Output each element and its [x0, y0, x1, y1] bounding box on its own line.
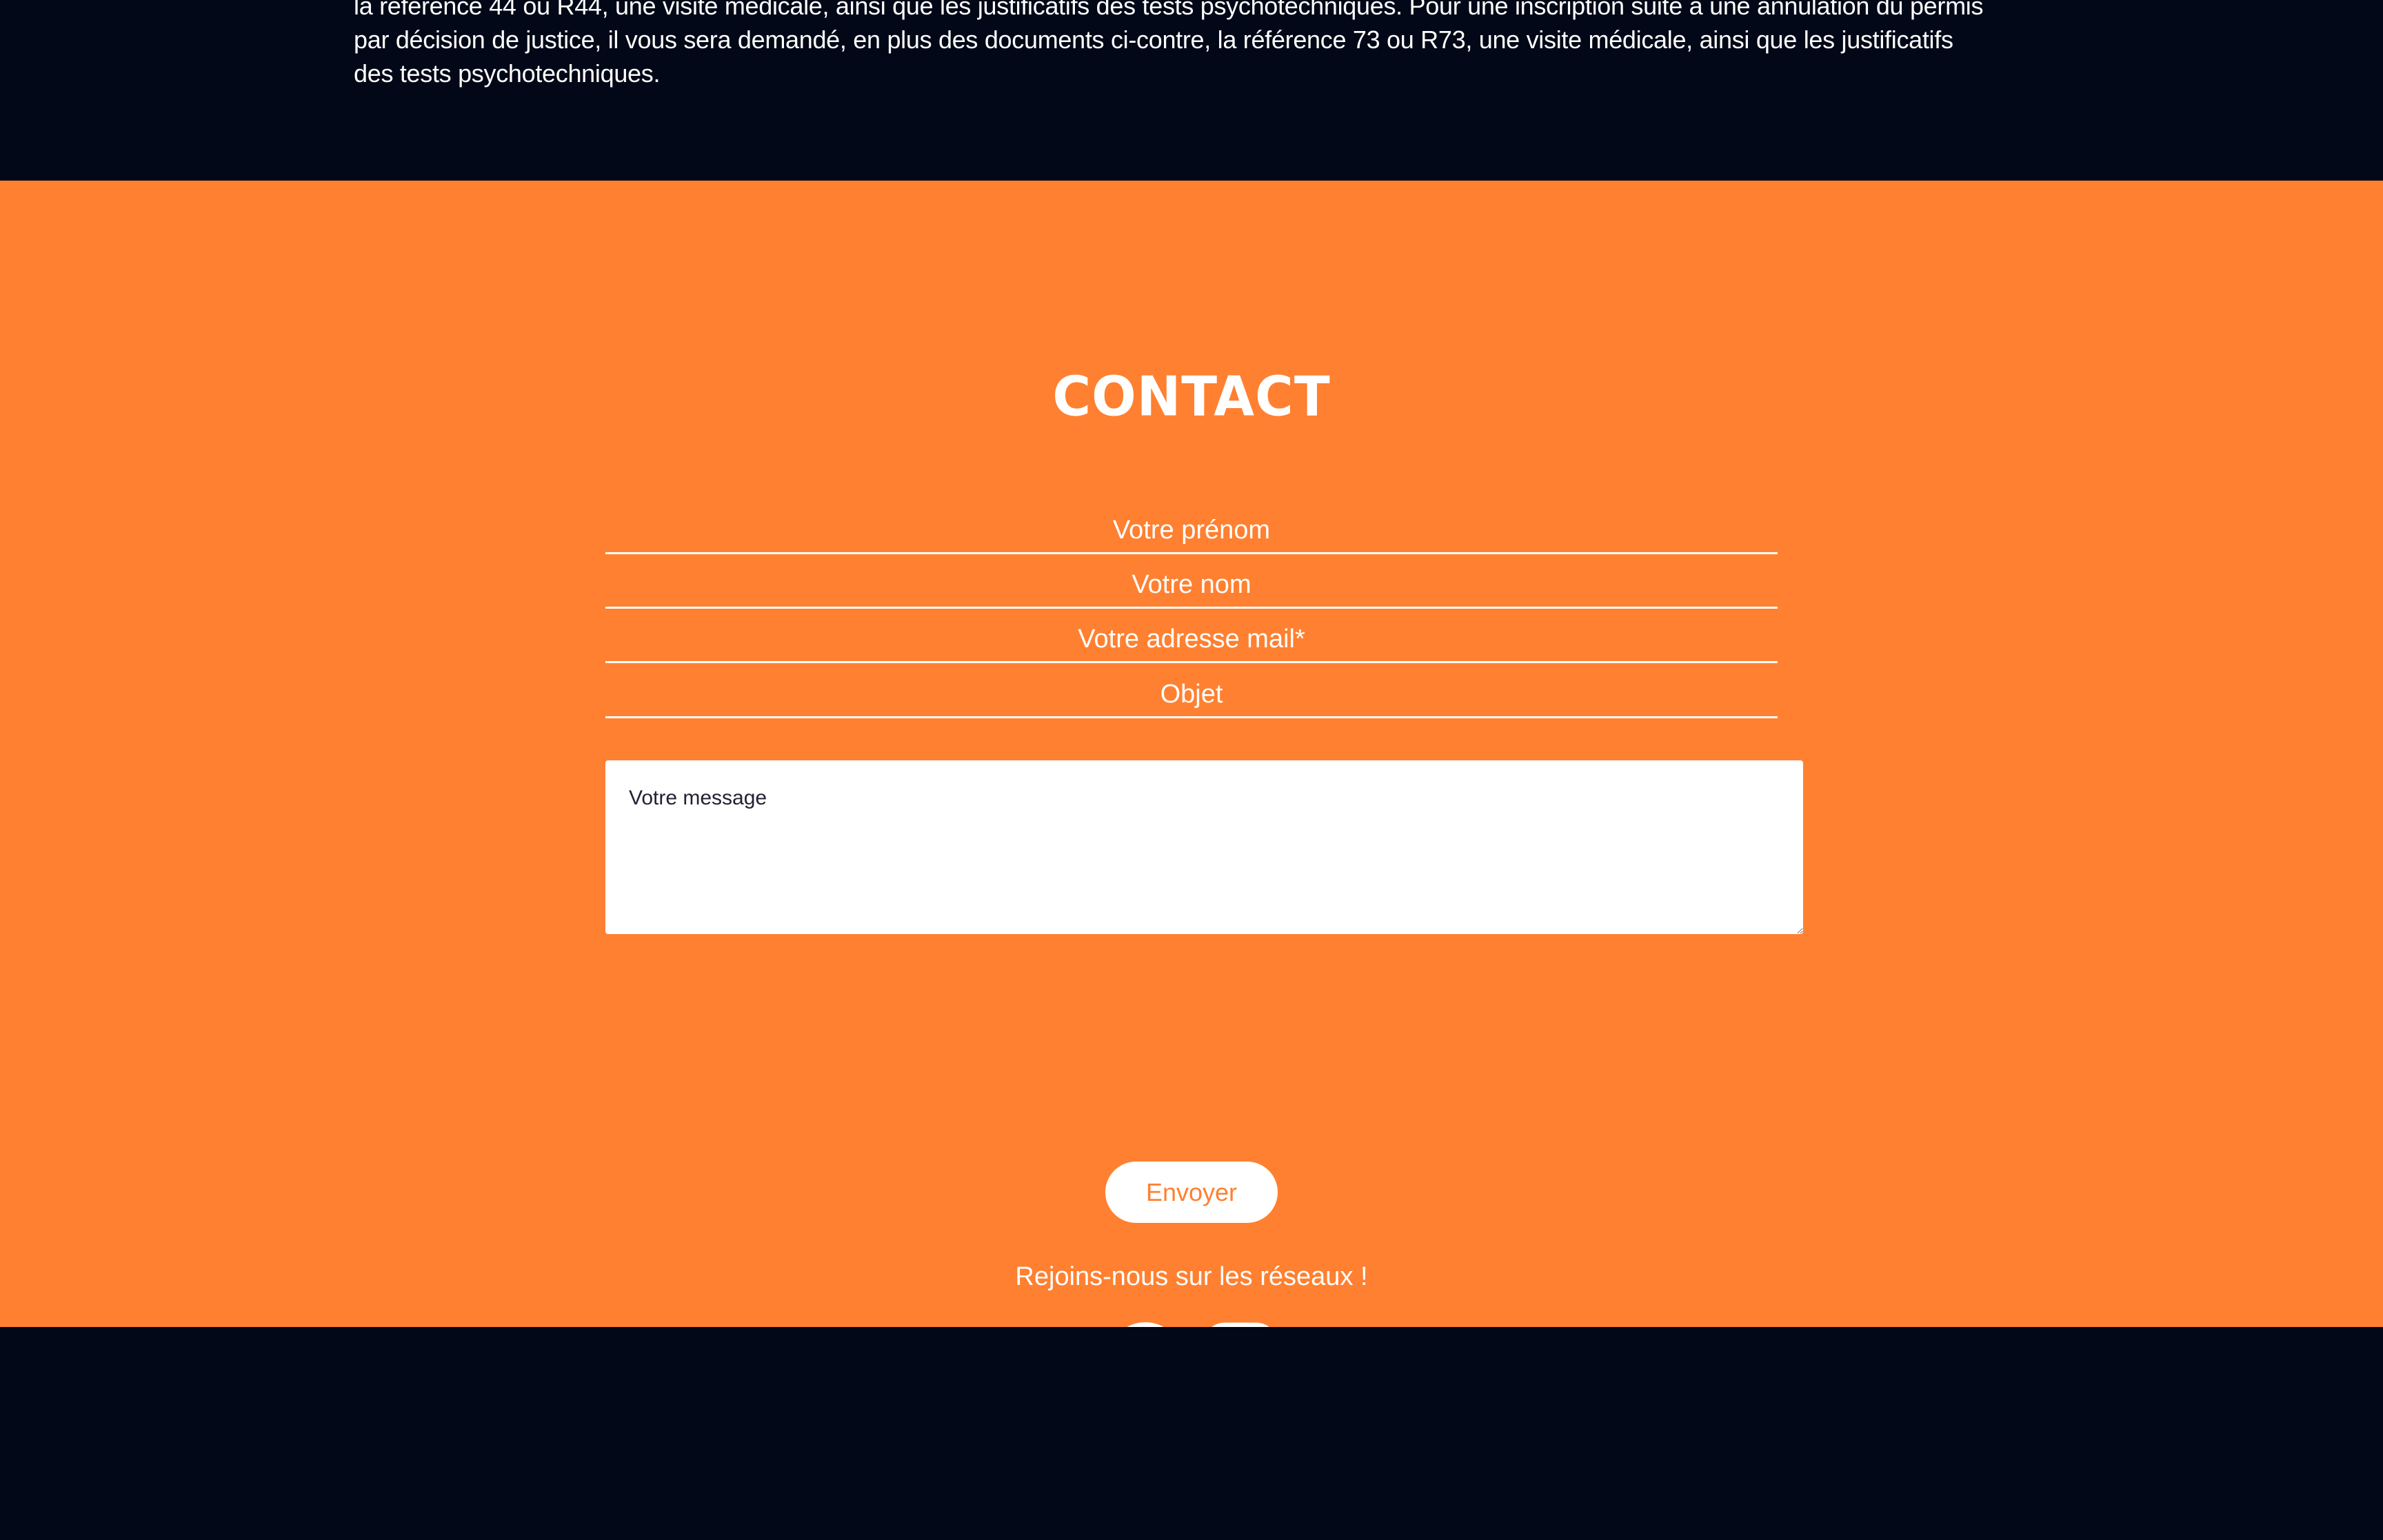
email-field-wrapper	[605, 618, 1778, 663]
info-line-3: des tests psychotechniques.	[354, 59, 661, 88]
message-box	[605, 760, 1803, 934]
subject-input[interactable]	[605, 673, 1778, 716]
send-button[interactable]: Envoyer	[1105, 1162, 1278, 1223]
info-line-2: par décision de justice, il vous sera de…	[354, 26, 1953, 54]
lastname-input[interactable]	[605, 563, 1778, 607]
info-line-1: la référence 44 ou R44, une visite médic…	[354, 0, 1984, 20]
footer-section	[0, 1327, 2383, 1540]
firstname-field-wrapper	[605, 509, 1778, 554]
info-text: la référence 44 ou R44, une visite médic…	[354, 0, 2036, 90]
email-input[interactable]	[605, 618, 1778, 661]
firstname-input[interactable]	[605, 509, 1778, 552]
subject-field-wrapper	[605, 673, 1778, 718]
lastname-field-wrapper	[605, 563, 1778, 609]
contact-section: CONTACT Envoyer Rejoins-nous sur les rés…	[0, 181, 2383, 1399]
contact-title: CONTACT	[1052, 363, 1331, 429]
message-textarea[interactable]	[605, 760, 1803, 934]
info-section: la référence 44 ou R44, une visite médic…	[0, 0, 2383, 181]
socials-text: Rejoins-nous sur les réseaux !	[1015, 1262, 1368, 1291]
